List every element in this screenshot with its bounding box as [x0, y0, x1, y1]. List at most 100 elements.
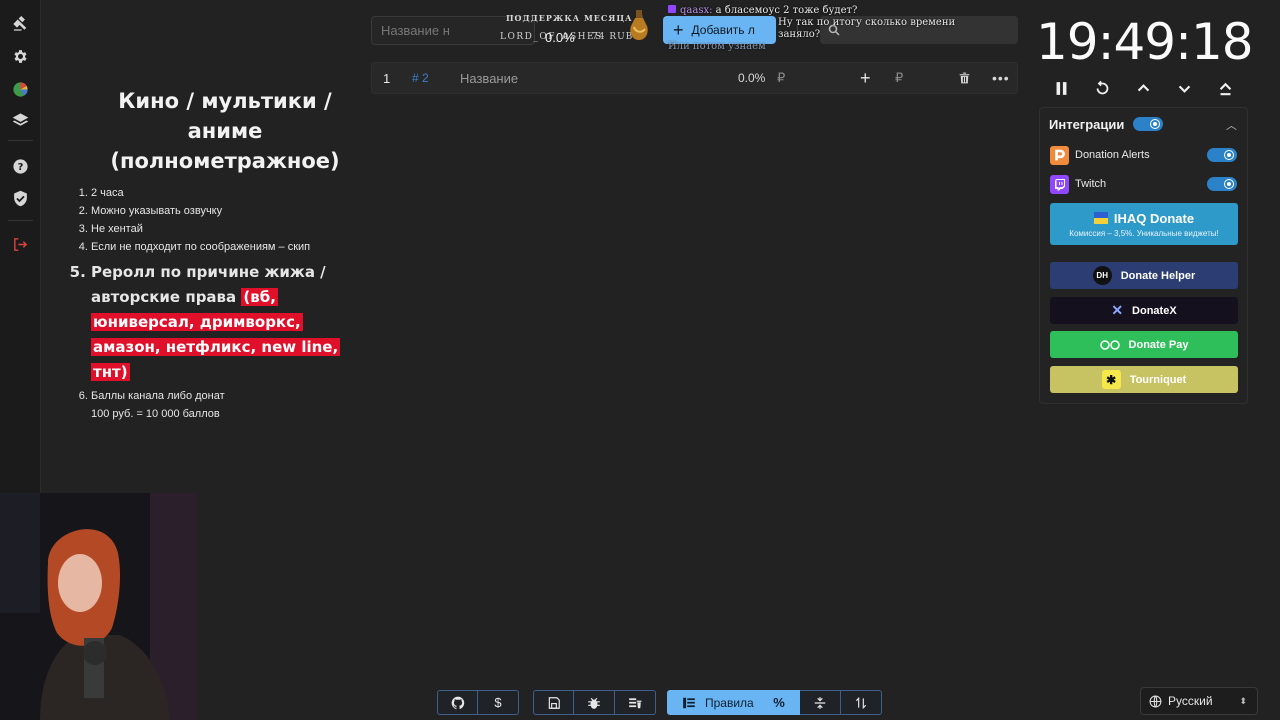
bug-icon — [588, 697, 600, 709]
monthly-percent: 0.0% — [545, 30, 575, 45]
github-icon — [451, 696, 464, 709]
ihaq-donate-button[interactable]: IHAQ Donate Комиссия – 3,5%. Уникальные … — [1050, 203, 1238, 245]
twitch-toggle[interactable] — [1207, 177, 1237, 191]
chevron-down-icon[interactable] — [1173, 78, 1195, 98]
rules-list: 2 часа Можно указывать озвучку Не хентай… — [70, 184, 370, 423]
lot-percent: 0.0% — [738, 71, 766, 85]
rule-item-points: Баллы канала либо донат 100 руб. = 10 000… — [91, 387, 370, 423]
save-button[interactable] — [533, 690, 574, 715]
tourniquet-icon: ✱ — [1101, 370, 1121, 389]
lot-index: 1 — [383, 70, 391, 86]
compress-icon — [814, 696, 826, 709]
donate-helper-label: Donate Helper — [1120, 269, 1196, 282]
language-select[interactable]: Русский ⬍ — [1140, 687, 1258, 715]
more-options-icon[interactable]: ••• — [992, 63, 1010, 93]
rules-button[interactable]: Правила — [667, 690, 759, 715]
pie-chart-icon[interactable] — [9, 78, 31, 100]
donation-alerts-toggle[interactable] — [1207, 148, 1237, 162]
ihaq-subtitle: Комиссия – 3,5%. Уникальные виджеты! — [1069, 228, 1219, 238]
rule-points-rate: 100 руб. = 10 000 баллов — [91, 408, 220, 420]
rules-panel: Кино / мультики / аниме (полнометражное)… — [70, 86, 370, 423]
sidebar-divider — [8, 220, 33, 221]
integrations-toggle[interactable] — [1133, 117, 1163, 131]
globe-icon — [1149, 695, 1162, 707]
help-icon[interactable]: ? — [9, 155, 31, 177]
toolbar-group-view: Правила % — [667, 690, 882, 715]
monthly-title: ПОДДЕРЖКА МЕСЯЦА ♡ — [506, 13, 645, 23]
add-lot-button[interactable]: + Добавить л — [663, 16, 776, 44]
rule-reroll-text: Реролл по причине жижа / авторские права — [91, 263, 326, 306]
twitch-badge-icon — [668, 5, 676, 13]
sort-arrows-icon — [855, 696, 867, 709]
left-sidebar: ? — [0, 0, 41, 493]
reset-icon[interactable] — [1091, 78, 1113, 98]
gear-icon[interactable] — [9, 45, 31, 67]
donate-pay-icon — [1099, 339, 1120, 350]
lot-add-currency[interactable]: ₽ — [895, 63, 903, 93]
clear-lots-button[interactable] — [615, 690, 656, 715]
ihaq-label: IHAQ Donate — [1113, 210, 1195, 226]
potion-bottle-icon — [630, 10, 648, 40]
integrations-panel: Интеграции ︿ Donation Alerts Twitch IHAQ… — [1039, 107, 1248, 404]
topbar-divider — [797, 22, 798, 39]
lot-name-field[interactable]: Название — [460, 63, 518, 93]
plus-icon: + — [673, 20, 684, 40]
chevron-up-icon[interactable]: ︿ — [1226, 117, 1237, 133]
logout-icon[interactable] — [9, 233, 31, 255]
webcam-overlay — [0, 493, 197, 720]
gavel-icon[interactable] — [9, 13, 31, 35]
donate-helper-icon: DH — [1092, 266, 1112, 285]
integrations-title: Интеграции — [1049, 117, 1125, 132]
rule-item-reroll: Реролл по причине жижа / авторские права… — [91, 260, 370, 385]
donatex-label: DonateX — [1132, 304, 1177, 317]
rule-points-text: Баллы канала либо донат — [91, 390, 225, 402]
donatex-button[interactable]: ✕ DonateX — [1050, 297, 1238, 324]
donate-pay-button[interactable]: Donate Pay — [1050, 331, 1238, 358]
rule-item: 2 часа — [91, 184, 370, 202]
percent-mode-button[interactable]: % — [759, 690, 800, 715]
donation-alerts-row: Donation Alerts — [1050, 145, 1150, 165]
donate-helper-button[interactable]: DH Donate Helper — [1050, 262, 1238, 289]
pause-icon[interactable] — [1050, 78, 1072, 98]
tourniquet-label: Tourniquet — [1129, 373, 1187, 386]
svg-text:?: ? — [17, 162, 23, 173]
donation-alerts-label: Donation Alerts — [1075, 149, 1150, 161]
lot-id[interactable]: # 2 — [412, 63, 429, 93]
rules-title: Кино / мультики / аниме (полнометражное) — [110, 89, 340, 173]
chat-username: qaasx: — [680, 5, 713, 16]
percent-icon: % — [773, 695, 785, 710]
sort-button[interactable] — [841, 690, 882, 715]
lot-amount-currency: ₽ — [777, 70, 786, 85]
rule-item: Если не подходит по соображениям – скип — [91, 238, 370, 256]
twitch-icon — [1050, 174, 1069, 194]
donatex-icon: ✕ — [1111, 302, 1124, 318]
donate-pay-label: Donate Pay — [1128, 338, 1189, 351]
double-chevron-up-icon[interactable] — [1214, 78, 1236, 98]
save-icon — [548, 696, 560, 709]
donate-dollar-button[interactable]: $ — [478, 690, 519, 715]
chat-text: а бласемоус 2 тоже будет? — [715, 5, 858, 16]
ukraine-flag-icon — [1093, 212, 1108, 224]
toolbar-group-links: $ — [437, 690, 519, 715]
language-label: Русский — [1168, 694, 1213, 708]
chevron-up-icon[interactable] — [1132, 78, 1154, 98]
shield-check-icon[interactable] — [9, 187, 31, 209]
compact-view-button[interactable] — [800, 690, 841, 715]
github-button[interactable] — [437, 690, 478, 715]
rule-item: Не хентай — [91, 220, 370, 238]
tourniquet-button[interactable]: ✱ Tourniquet — [1050, 366, 1238, 393]
clear-list-icon — [629, 697, 642, 708]
webcam-image — [0, 493, 197, 720]
dollar-icon: $ — [494, 695, 502, 710]
twitch-row: Twitch — [1050, 174, 1106, 194]
rules-button-label: Правила — [705, 695, 754, 710]
lot-row: 1 # 2 Название 0.0% ₽ + ₽ ••• — [371, 62, 1018, 94]
toolbar-group-file — [533, 690, 656, 715]
layers-icon[interactable] — [9, 109, 31, 131]
add-amount-icon[interactable]: + — [860, 63, 871, 93]
timer-display: 19:49:18 — [1036, 13, 1254, 71]
trash-icon[interactable] — [958, 63, 971, 93]
search-input[interactable] — [820, 16, 1018, 44]
bug-report-button[interactable] — [574, 690, 615, 715]
twitch-label: Twitch — [1075, 178, 1107, 190]
